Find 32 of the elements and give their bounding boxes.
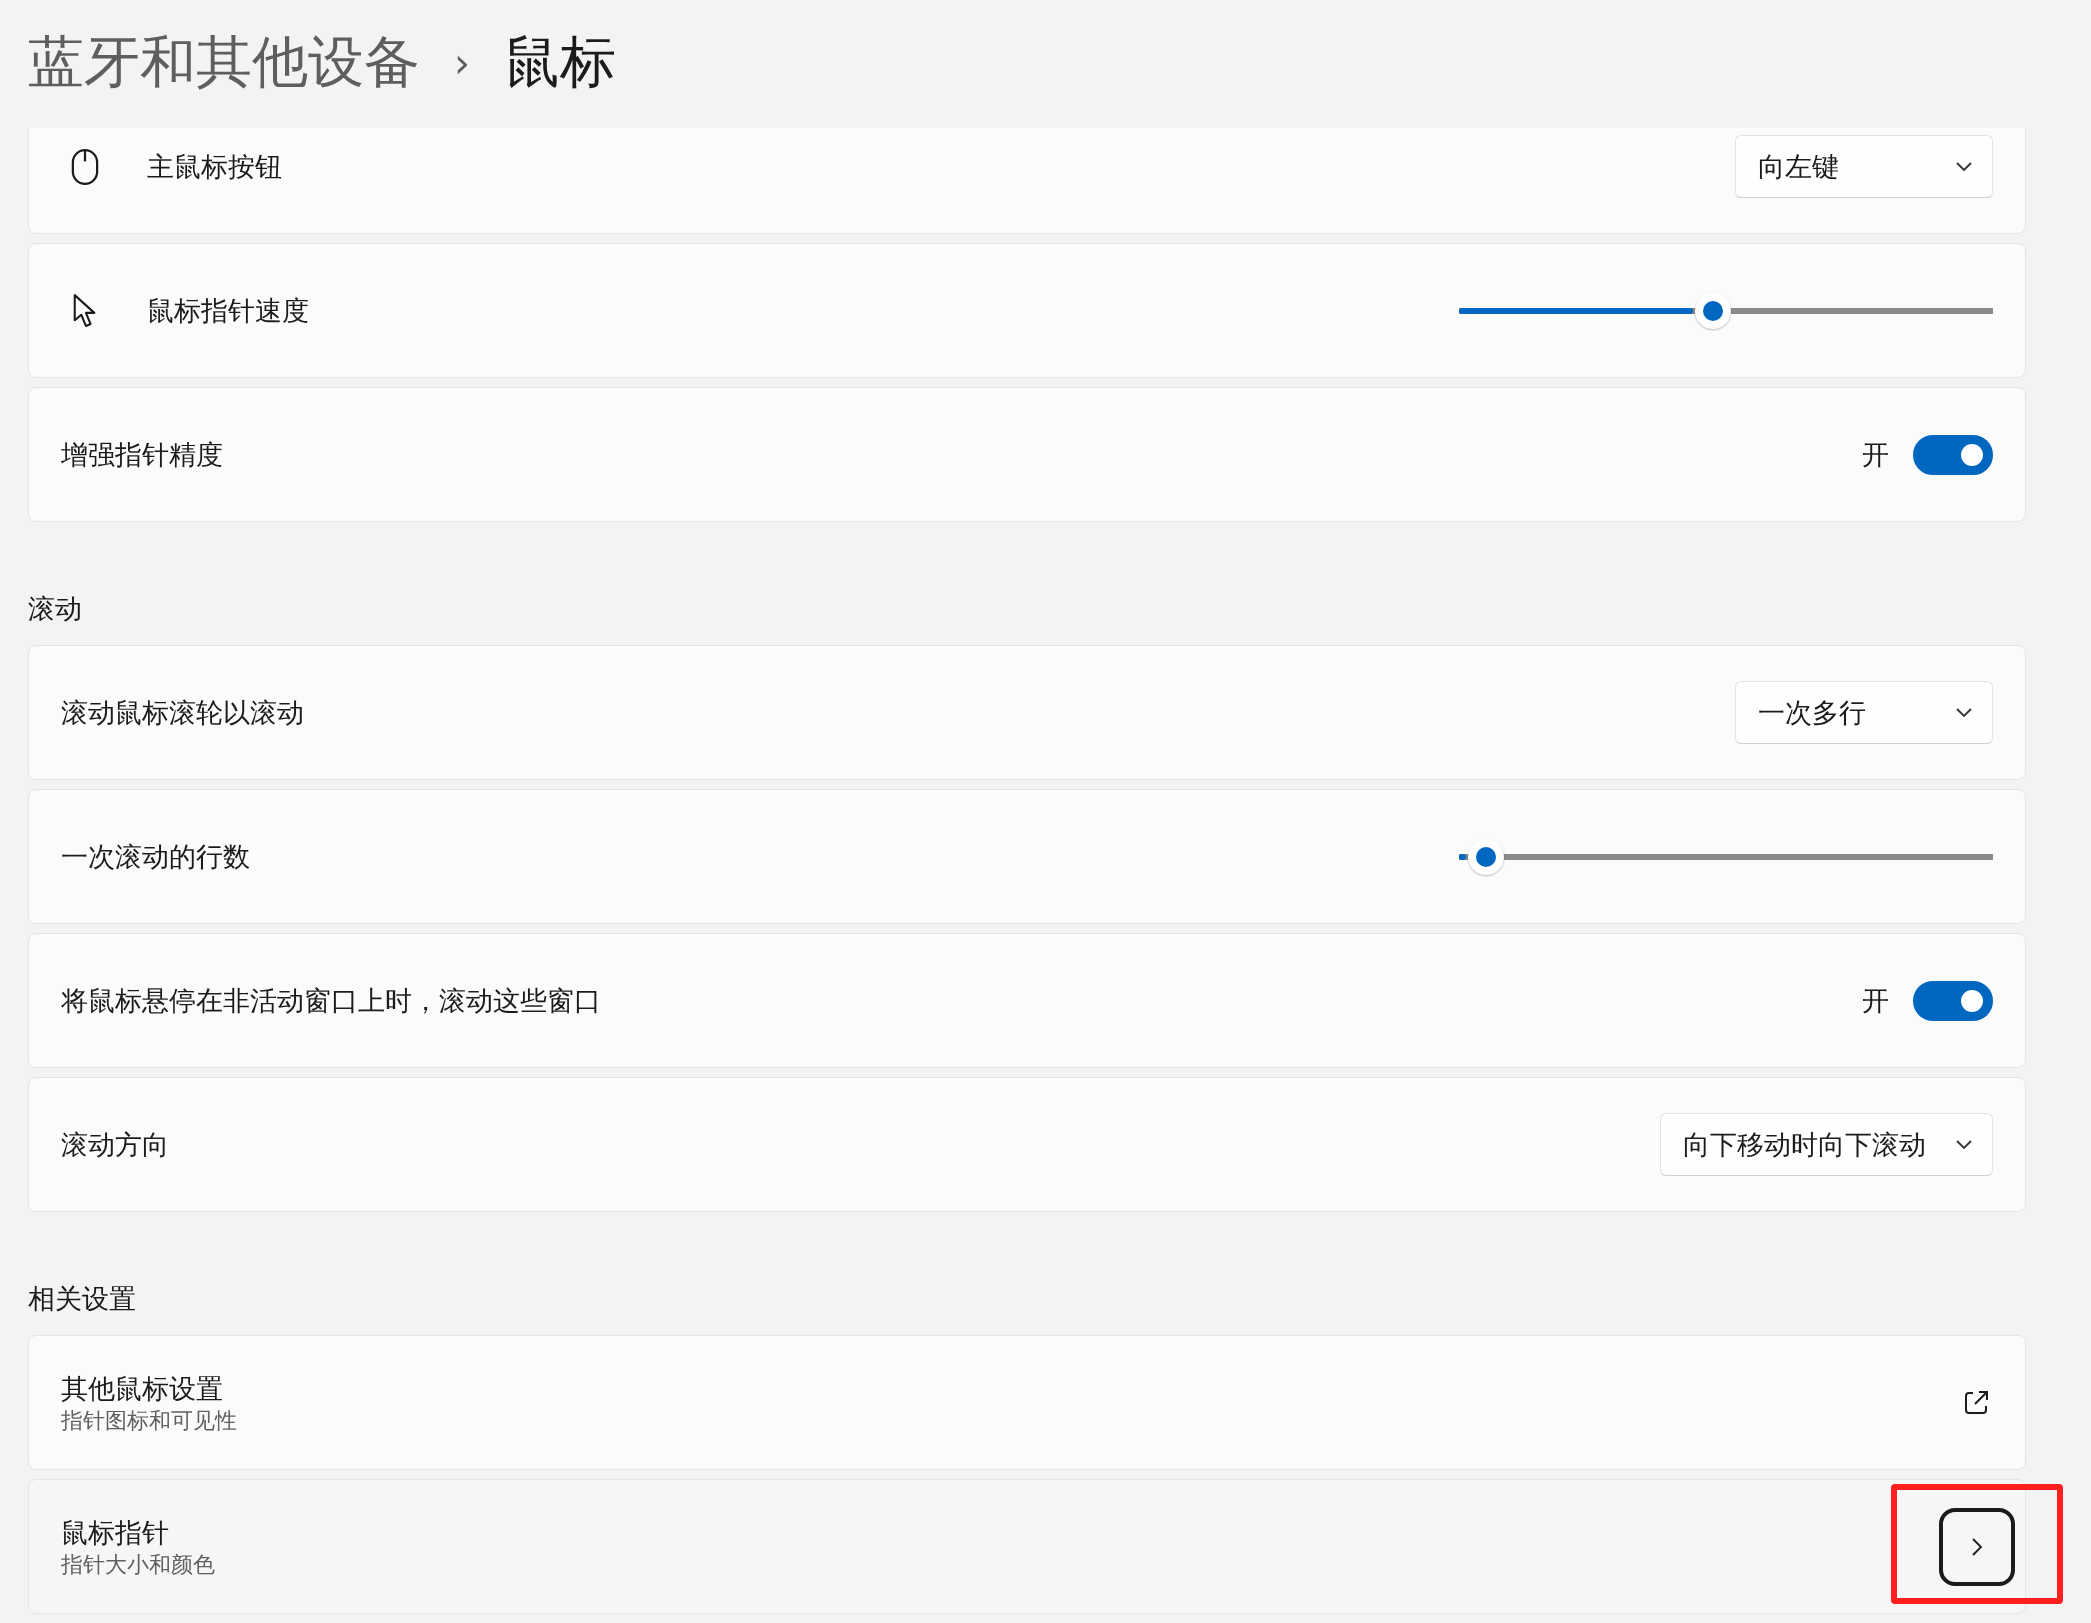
section-title: 滚动 xyxy=(28,592,83,625)
dropdown[interactable]: 向下移动时向下滚动 xyxy=(1660,1113,1993,1176)
chevron-button[interactable] xyxy=(1939,1507,2015,1586)
mouse-icon xyxy=(71,146,99,187)
toggle-switch[interactable] xyxy=(1913,434,1993,475)
setting-label: 一次滚动的行数 xyxy=(61,839,251,874)
setting-label: 鼠标指针速度 xyxy=(147,293,310,328)
breadcrumb-separator: › xyxy=(454,40,470,86)
chevron-right-icon xyxy=(1971,1536,1983,1557)
chevron-down-icon xyxy=(1956,707,1972,718)
page-title: 鼠标 xyxy=(504,28,616,96)
setting-label: 增强指针精度 xyxy=(61,437,224,472)
toggle-switch[interactable] xyxy=(1913,980,1993,1021)
external-link-icon[interactable] xyxy=(1963,1389,1989,1416)
setting-label: 主鼠标按钮 xyxy=(147,149,283,184)
slider-thumb[interactable] xyxy=(1695,292,1732,329)
setting-label: 将鼠标悬停在非活动窗口上时，滚动这些窗口 xyxy=(61,983,602,1018)
setting-label: 其他鼠标设置 xyxy=(61,1371,224,1406)
chevron-down-icon xyxy=(1956,161,1972,172)
setting-label: 鼠标指针 xyxy=(61,1515,170,1550)
setting-label: 滚动方向 xyxy=(61,1127,170,1162)
slider-thumb[interactable] xyxy=(1467,838,1504,875)
setting-label: 滚动鼠标滚轮以滚动 xyxy=(61,695,305,730)
toggle-state-label: 开 xyxy=(1862,983,1889,1018)
toggle-state-label: 开 xyxy=(1862,437,1889,472)
dropdown[interactable]: 一次多行 xyxy=(1735,681,1993,744)
setting-description: 指针图标和可见性 xyxy=(61,1406,238,1435)
section-title: 相关设置 xyxy=(28,1282,137,1315)
breadcrumb-parent-link[interactable]: 蓝牙和其他设备 xyxy=(28,25,420,101)
dropdown[interactable]: 向左键 xyxy=(1735,135,1993,198)
setting-description: 指针大小和颜色 xyxy=(61,1550,216,1579)
chevron-down-icon xyxy=(1956,1139,1972,1150)
